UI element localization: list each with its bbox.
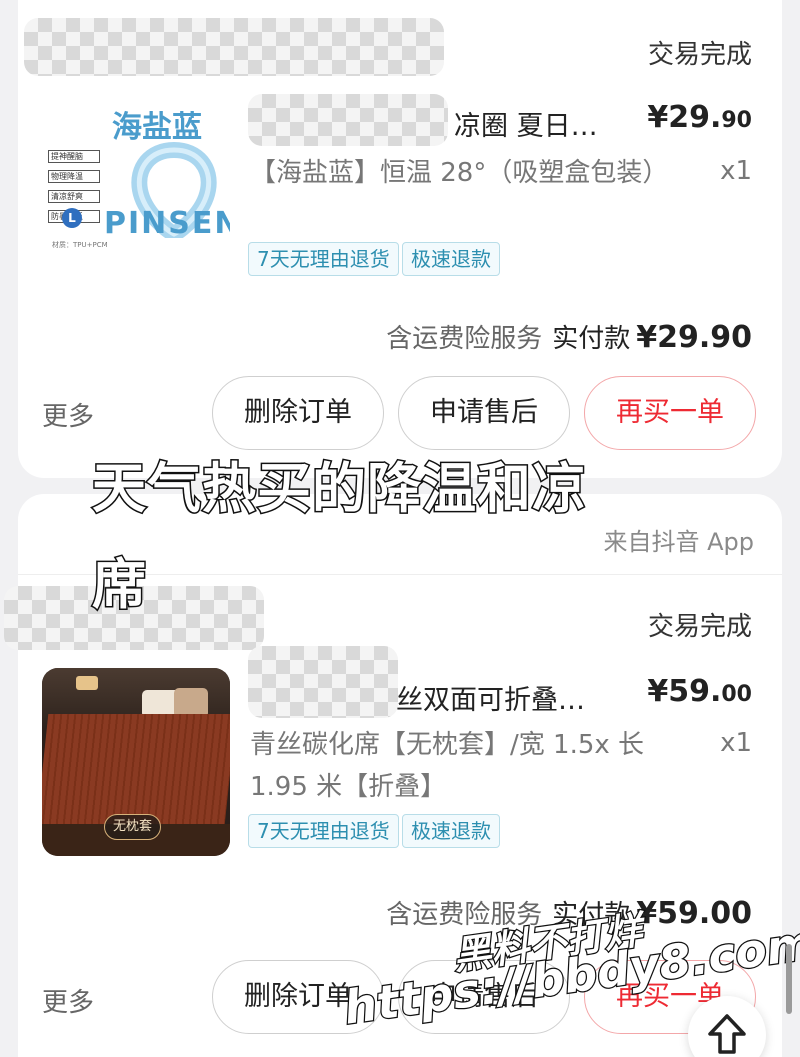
feature-item: 提神醒脑 (48, 150, 100, 163)
order-status: 交易完成 (647, 40, 752, 70)
product-price: ¥59.00 (647, 674, 752, 709)
material-note: 材质：TPU+PCM (52, 241, 108, 249)
tag-fast-refund: 极速退款 (402, 242, 500, 276)
feature-item: 物理降温 (48, 170, 100, 183)
lamp (76, 676, 98, 690)
product-title-redacted (248, 646, 398, 718)
paid-label: 实付款 (552, 324, 631, 354)
price-decimal: 90 (721, 108, 752, 133)
brand-title: 海盐蓝 (112, 110, 202, 145)
product-spec: 【海盐蓝】恒温 28°（吸塑盒包装） (250, 158, 669, 188)
scroll-top-button[interactable] (688, 996, 766, 1057)
more-button[interactable]: 更多 (42, 982, 94, 1019)
price-integer: ¥29. (647, 100, 722, 135)
tag-fast-refund: 极速退款 (402, 814, 500, 848)
shop-name-redacted (24, 18, 444, 76)
order-source: 来自抖音 App (603, 528, 754, 556)
tag-7day-return: 7天无理由退货 (248, 242, 399, 276)
after-sale-button[interactable]: 申请售后 (398, 376, 570, 450)
product-title[interactable]: 凉圈 夏日… (454, 104, 598, 143)
delete-order-button[interactable]: 删除订单 (212, 376, 384, 450)
order-card[interactable]: 交易完成 海盐蓝 提神醒脑 物理降温 清凉舒爽 防暑解乏 L PINSEN 材质… (18, 0, 782, 478)
tag-7day-return: 7天无理由退货 (248, 814, 399, 848)
arrow-up-icon (708, 1014, 746, 1054)
product-title[interactable]: 丝双面可折叠… (396, 678, 585, 717)
product-quantity: x1 (720, 728, 752, 758)
insurance-service: 含运费险服务 (386, 324, 543, 354)
product-thumbnail[interactable]: 海盐蓝 提神醒脑 物理降温 清凉舒爽 防暑解乏 L PINSEN 材质：TPU+… (42, 92, 230, 280)
feature-item: 清凉舒爽 (48, 190, 100, 203)
price-decimal: 00 (721, 682, 752, 707)
product-price: ¥29.90 (647, 100, 752, 135)
payment-summary: 含运费险服务 实付款 ¥29.90 (386, 318, 752, 355)
overlay-caption-line2: 席 (91, 552, 148, 618)
overlay-caption-line1: 天气热买的降温和凉 (91, 456, 588, 522)
scrollbar[interactable] (786, 944, 792, 1014)
product-spec: 青丝碳化席【无枕套】/宽 1.5x 长 1.95 米【折叠】 (250, 730, 645, 802)
size-badge: L (62, 208, 82, 228)
more-button[interactable]: 更多 (42, 396, 94, 433)
product-quantity: x1 (720, 156, 752, 186)
product-title-redacted (248, 94, 448, 146)
order-status: 交易完成 (647, 612, 752, 642)
thumb-badge: 无枕套 (104, 814, 162, 840)
brand-name: PINSEN (104, 206, 230, 241)
price-integer: ¥59. (647, 674, 722, 709)
paid-amount: ¥29.90 (636, 320, 752, 355)
rebuy-button[interactable]: 再买一单 (584, 376, 756, 450)
product-thumbnail[interactable]: 无枕套 (42, 668, 230, 856)
